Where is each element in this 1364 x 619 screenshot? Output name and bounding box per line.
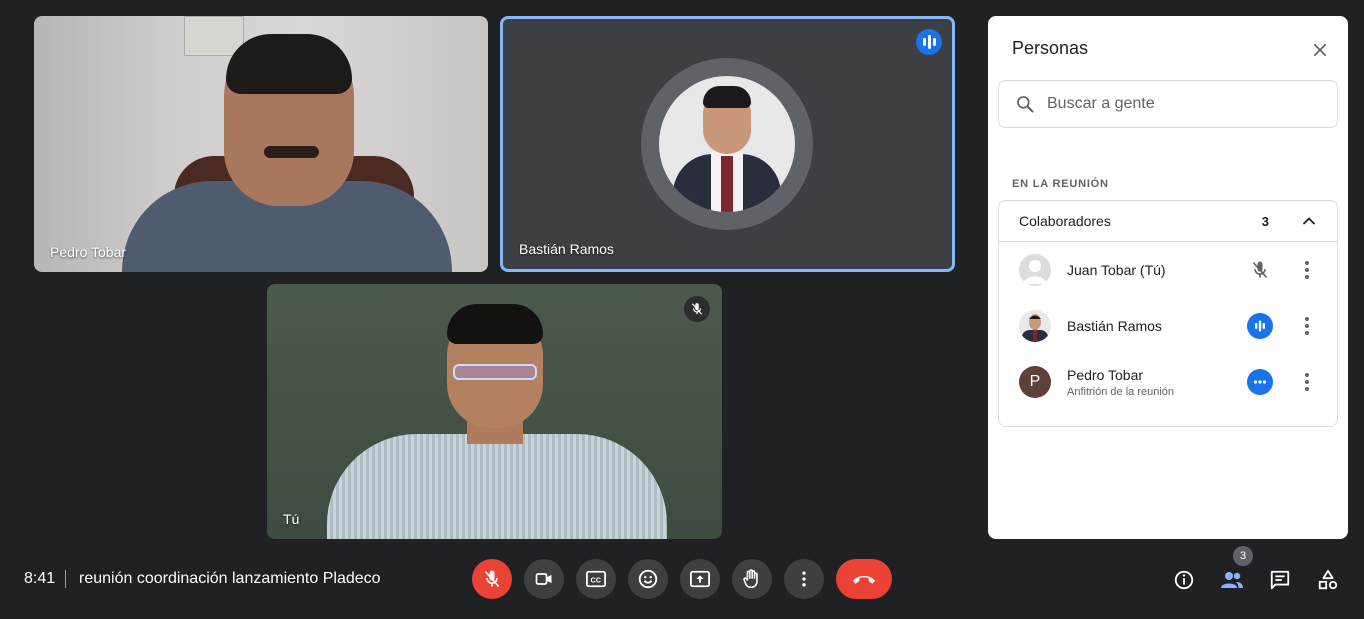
avatar <box>1019 254 1051 286</box>
closed-captions-icon: CC <box>586 570 606 588</box>
meeting-details-button[interactable] <box>1171 567 1197 593</box>
more-vert-icon <box>802 571 806 587</box>
people-icon <box>1221 572 1243 588</box>
present-screen-button[interactable] <box>680 559 720 599</box>
section-label: EN LA REUNIÓN <box>1012 178 1109 190</box>
people-count-badge: 3 <box>1233 546 1253 566</box>
chat-icon <box>1270 570 1290 590</box>
mic-toggle-button[interactable] <box>472 559 512 599</box>
avatar <box>659 76 795 212</box>
reactions-button[interactable] <box>628 559 668 599</box>
search-input[interactable] <box>1047 95 1317 113</box>
activities-button[interactable] <box>1315 567 1341 593</box>
group-count: 3 <box>1261 213 1269 229</box>
hand-icon <box>743 569 758 589</box>
video-tile-bastian[interactable]: Bastián Ramos <box>500 16 955 272</box>
person-name: Pedro Tobar <box>1067 366 1144 383</box>
group-header[interactable]: Colaboradores 3 <box>999 201 1337 242</box>
mic-off-icon <box>684 296 710 322</box>
videocam-icon <box>535 573 552 585</box>
more-horiz-icon[interactable] <box>1247 369 1273 395</box>
close-panel-button[interactable] <box>1308 38 1332 62</box>
meeting-title: reunión coordinación lanzamiento Pladeco <box>79 570 381 587</box>
meeting-clock: 8:41 <box>24 570 56 587</box>
participant-hair <box>447 304 543 344</box>
person-name: Juan Tobar (Tú) <box>1067 262 1166 278</box>
speaking-indicator-icon <box>916 29 942 55</box>
more-options-button[interactable] <box>784 559 824 599</box>
group-name: Colaboradores <box>1019 213 1111 229</box>
search-icon <box>1017 96 1034 113</box>
chevron-up-icon[interactable] <box>1299 211 1319 236</box>
camera-toggle-button[interactable] <box>524 559 564 599</box>
person-role: Anfitrión de la reunión <box>1067 385 1175 398</box>
list-item[interactable]: Bastián Ramos <box>999 298 1337 354</box>
person-icon <box>1023 260 1047 284</box>
list-item[interactable]: P Pedro Tobar Anfitrión de la reunión <box>999 354 1337 410</box>
list-item[interactable]: Juan Tobar (Tú) <box>999 242 1337 298</box>
avatar <box>1019 310 1051 342</box>
participant-mustache <box>264 146 319 158</box>
present-to-all-icon <box>690 570 710 588</box>
more-options-icon[interactable] <box>1297 313 1317 339</box>
collaborators-group: Colaboradores 3 Juan Tobar (Tú) Bastián … <box>998 200 1338 427</box>
speaking-indicator-icon <box>1247 313 1273 339</box>
info-icon <box>1174 570 1194 590</box>
participant-torso <box>327 434 667 539</box>
participant-glasses <box>453 364 537 380</box>
shapes-icon <box>1318 569 1338 590</box>
person-name: Bastián Ramos <box>1067 318 1162 334</box>
people-panel: Personas EN LA REUNIÓN Colaboradores 3 J… <box>988 16 1348 539</box>
tile-name-label: Bastián Ramos <box>519 241 614 257</box>
mic-off-icon <box>484 570 500 588</box>
mic-off-icon[interactable] <box>1247 257 1273 283</box>
people-button[interactable] <box>1219 567 1245 593</box>
more-options-icon[interactable] <box>1297 257 1317 283</box>
emoji-icon <box>638 569 658 589</box>
call-end-icon <box>852 575 876 584</box>
video-tile-pedro[interactable]: Pedro Tobar <box>34 16 488 272</box>
more-options-icon[interactable] <box>1297 369 1317 395</box>
captions-button[interactable]: CC <box>576 559 616 599</box>
raise-hand-button[interactable] <box>732 559 772 599</box>
chat-button[interactable] <box>1267 567 1293 593</box>
avatar: P <box>1019 366 1051 398</box>
video-tile-self[interactable]: Tú <box>267 284 722 539</box>
tile-name-label: Pedro Tobar <box>50 244 127 260</box>
divider <box>65 570 66 588</box>
panel-title: Personas <box>1012 38 1089 58</box>
close-icon <box>1313 43 1327 57</box>
leave-call-button[interactable] <box>836 559 892 599</box>
tile-name-label: Tú <box>283 511 300 527</box>
svg-text:CC: CC <box>591 576 602 585</box>
participant-hair <box>226 34 352 94</box>
search-box[interactable] <box>998 80 1338 128</box>
avatar-initial: P <box>1029 373 1041 390</box>
